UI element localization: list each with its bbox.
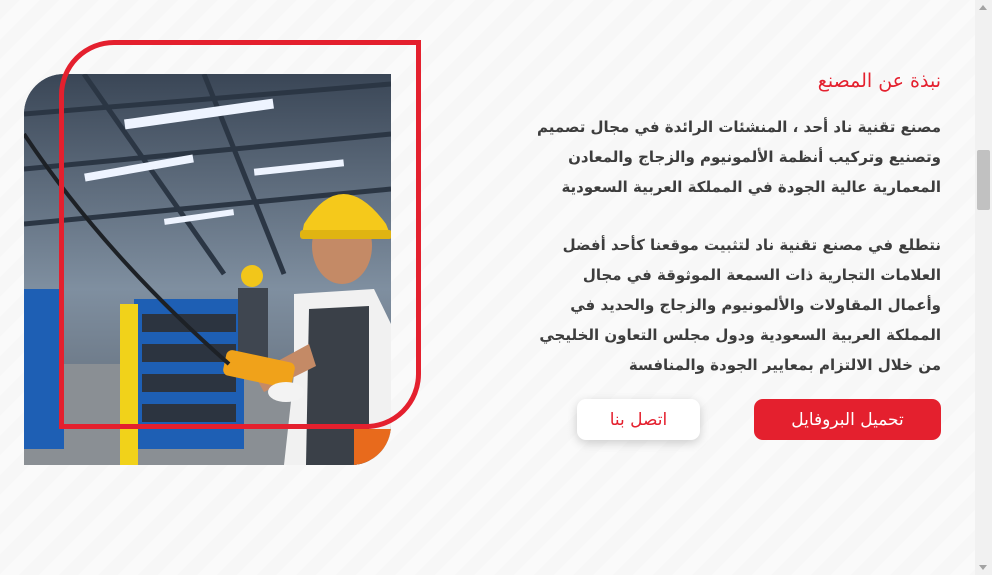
factory-image-block — [24, 40, 434, 470]
scroll-down-arrow-icon[interactable] — [979, 565, 987, 570]
about-paragraph-1: مصنع تقنية ناد أحد ، المنشئات الرائدة في… — [536, 118, 941, 196]
red-decorative-frame — [59, 40, 421, 429]
scroll-thumb[interactable] — [977, 150, 990, 210]
page: نبذة عن المصنع مصنع تقنية ناد أحد ، المن… — [0, 0, 975, 575]
download-profile-button[interactable]: تحميل البروفايل — [754, 399, 941, 440]
about-section: نبذة عن المصنع مصنع تقنية ناد أحد ، المن… — [531, 68, 941, 380]
contact-us-button[interactable]: اتصل بنا — [577, 399, 700, 440]
section-title: نبذة عن المصنع — [817, 70, 941, 92]
page-scrollbar[interactable] — [975, 0, 992, 575]
action-buttons: تحميل البروفايل اتصل بنا — [577, 399, 941, 440]
about-paragraph-2: نتطلع في مصنع تقنية ناد لتثبيت موقعنا كأ… — [539, 236, 941, 374]
scroll-up-arrow-icon[interactable] — [979, 5, 987, 10]
